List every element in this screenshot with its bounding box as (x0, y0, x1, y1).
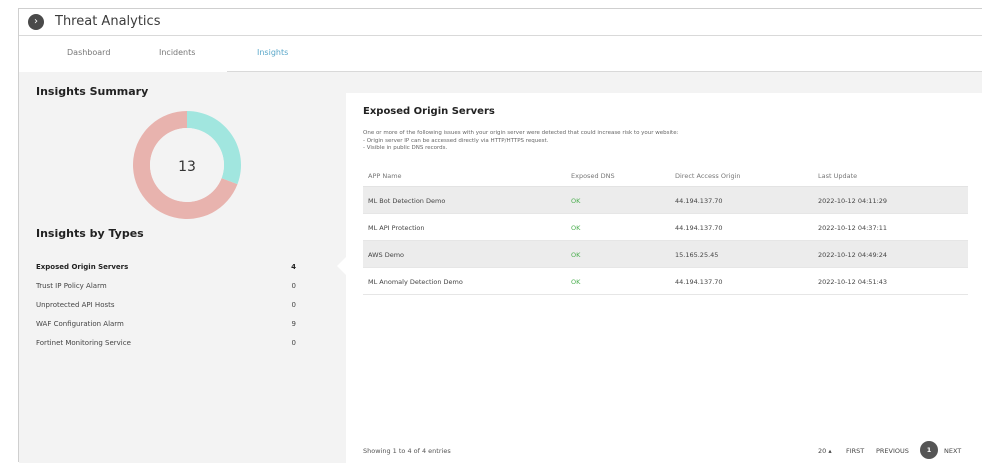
table-row[interactable]: AWS Demo OK 15.165.25.45 2022-10-12 04:4… (363, 241, 968, 268)
insights-by-types-title: Insights by Types (36, 227, 144, 240)
type-item-trust-ip-policy-alarm[interactable]: Trust IP Policy Alarm 0 (36, 282, 296, 300)
tab-incidents[interactable]: Incidents (159, 48, 195, 57)
description-line: - Origin server IP can be accessed direc… (363, 137, 549, 144)
column-header-app-name[interactable]: APP Name (368, 172, 402, 180)
first-page-button[interactable]: FIRST (846, 447, 864, 455)
next-page-button[interactable]: NEXT (944, 447, 961, 455)
cell-exposed-dns: OK (571, 251, 581, 259)
table-row[interactable]: ML API Protection OK 44.194.137.70 2022-… (363, 214, 968, 241)
detail-title: Exposed Origin Servers (363, 106, 495, 117)
table-row[interactable]: ML Anomaly Detection Demo OK 44.194.137.… (363, 268, 968, 295)
page-size-select[interactable]: 20 ▴ (818, 447, 832, 455)
type-count: 0 (291, 301, 296, 309)
cell-direct-access-origin: 44.194.137.70 (675, 197, 723, 205)
table-row[interactable]: ML Bot Detection Demo OK 44.194.137.70 2… (363, 187, 968, 214)
current-page-button[interactable]: 1 (920, 441, 938, 459)
previous-page-button[interactable]: PREVIOUS (876, 447, 909, 455)
cell-exposed-dns: OK (571, 197, 581, 205)
cell-direct-access-origin: 44.194.137.70 (675, 278, 723, 286)
title-bar: › Threat Analytics (19, 9, 982, 36)
selection-pointer (337, 257, 346, 275)
tab-insights[interactable]: Insights (257, 48, 288, 57)
app-frame: › Threat Analytics Dashboard Incidents I… (18, 8, 982, 463)
cell-last-update: 2022-10-12 04:49:24 (818, 251, 888, 259)
type-name: Unprotected API Hosts (36, 301, 115, 309)
donut-total-label: 13 (178, 159, 196, 175)
cell-last-update: 2022-10-12 04:51:43 (818, 278, 888, 286)
table-header: APP Name Exposed DNS Direct Access Origi… (363, 163, 968, 187)
content-area: Insights Summary 13 Insights by Types Ex… (19, 72, 982, 463)
type-item-waf-configuration-alarm[interactable]: WAF Configuration Alarm 9 (36, 320, 296, 338)
cell-last-update: 2022-10-12 04:11:29 (818, 197, 888, 205)
column-header-last-update[interactable]: Last Update (818, 172, 857, 180)
cell-direct-access-origin: 15.165.25.45 (675, 251, 719, 259)
type-item-exposed-origin-servers[interactable]: Exposed Origin Servers 4 (36, 263, 296, 281)
type-name: Exposed Origin Servers (36, 263, 129, 271)
cell-app-name: ML API Protection (368, 224, 425, 232)
type-count: 0 (291, 282, 296, 290)
description-line: - Visible in public DNS records. (363, 145, 448, 151)
type-name: Fortinet Monitoring Service (36, 339, 131, 347)
type-count: 9 (291, 320, 296, 328)
cell-last-update: 2022-10-12 04:37:11 (818, 224, 888, 232)
cell-app-name: AWS Demo (368, 251, 405, 259)
tab-dashboard[interactable]: Dashboard (67, 48, 110, 57)
insights-donut-chart: 13 (133, 111, 241, 219)
insight-detail-panel: Exposed Origin Servers One or more of th… (346, 93, 982, 463)
type-name: Trust IP Policy Alarm (36, 282, 107, 290)
insights-left-panel: Insights Summary 13 Insights by Types Ex… (19, 72, 325, 463)
type-count: 0 (291, 339, 296, 347)
cell-exposed-dns: OK (571, 278, 581, 286)
column-header-exposed-dns[interactable]: Exposed DNS (571, 172, 615, 180)
cell-direct-access-origin: 44.194.137.70 (675, 224, 723, 232)
type-name: WAF Configuration Alarm (36, 320, 124, 328)
type-count: 4 (291, 263, 296, 271)
chevron-right-icon[interactable]: › (28, 14, 44, 30)
type-item-unprotected-api-hosts[interactable]: Unprotected API Hosts 0 (36, 301, 296, 319)
detail-description: One or more of the following issues with… (363, 130, 678, 153)
exposed-servers-table: APP Name Exposed DNS Direct Access Origi… (363, 163, 968, 295)
cell-app-name: ML Bot Detection Demo (368, 197, 446, 205)
insights-summary-title: Insights Summary (36, 85, 149, 98)
cell-exposed-dns: OK (571, 224, 581, 232)
description-line: One or more of the following issues with… (363, 130, 679, 136)
tab-bar: Dashboard Incidents Insights (19, 36, 982, 72)
app-title: Threat Analytics (55, 14, 161, 29)
column-header-direct-access-origin[interactable]: Direct Access Origin (675, 172, 741, 180)
pagination: 20 ▴ FIRST PREVIOUS 1 NEXT (818, 440, 968, 460)
type-item-fortinet-monitoring-service[interactable]: Fortinet Monitoring Service 0 (36, 339, 296, 357)
cell-app-name: ML Anomaly Detection Demo (368, 278, 463, 286)
table-entries-info: Showing 1 to 4 of 4 entries (363, 447, 451, 455)
